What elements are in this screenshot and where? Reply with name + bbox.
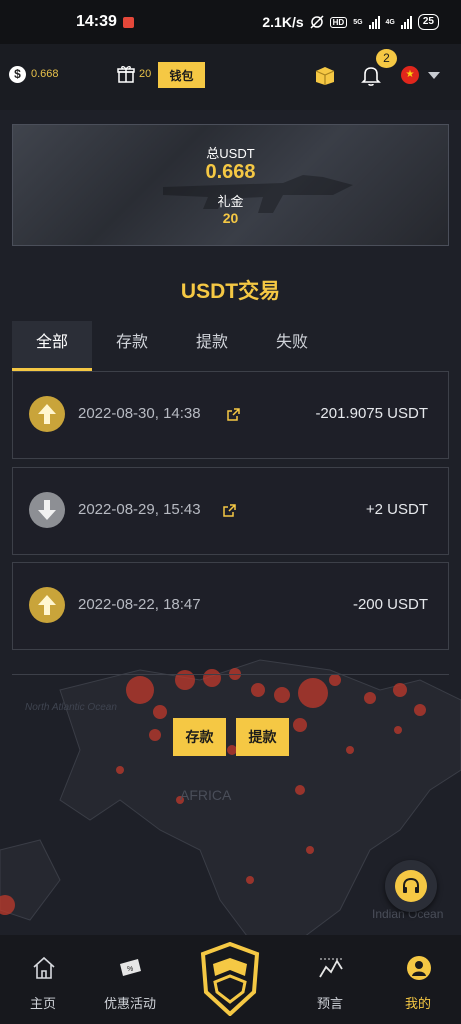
alarm-off-icon <box>310 15 324 29</box>
treasure-box-icon[interactable] <box>313 63 337 87</box>
svg-text:%: % <box>127 966 133 973</box>
nav-promotions-label: 优惠活动 <box>103 996 156 1011</box>
withdraw-button[interactable]: 提款 <box>236 718 289 756</box>
total-usdt-label: 总USDT <box>206 146 255 161</box>
page-title: USDT交易 <box>180 280 281 303</box>
network-speed: 2.1K/s <box>262 14 304 30</box>
nav-home[interactable]: 主页 <box>3 935 83 1024</box>
tab-deposit[interactable]: 存款 <box>92 321 172 371</box>
notification-badge: 2 <box>376 49 397 68</box>
ticket-icon: % <box>120 959 141 976</box>
nav-home-label: 主页 <box>29 996 56 1011</box>
map-label-atlantic: North Atlantic Ocean <box>25 702 117 713</box>
balance-banner: 总USDT 0.668 礼金 20 <box>12 124 449 246</box>
transaction-row[interactable]: 2022-08-29, 15:43 +2 USDT <box>12 467 449 555</box>
wallet-button[interactable]: 钱包 <box>158 62 205 88</box>
nav-predictions[interactable]: 预言 <box>290 935 370 1024</box>
signal-icon-2 <box>400 15 412 29</box>
deposit-button[interactable]: 存款 <box>173 718 226 756</box>
user-icon <box>407 956 431 980</box>
tab-failed[interactable]: 失败 <box>252 321 332 371</box>
network-4g: 4G <box>385 18 395 26</box>
customer-service-button[interactable] <box>385 860 437 912</box>
bottom-navigation: 主页 % 优惠活动 预言 我的 <box>0 935 461 1024</box>
transaction-amount: -201.9075 USDT <box>315 405 428 422</box>
gift-count: 20 <box>139 68 152 80</box>
network-5g: 5G <box>353 18 363 26</box>
app-notification-icon <box>122 16 134 28</box>
signal-icon <box>368 15 380 29</box>
bell-icon[interactable] <box>359 63 383 87</box>
tab-all[interactable]: 全部 <box>12 321 92 371</box>
external-link-icon[interactable] <box>223 504 236 517</box>
arrow-up-icon <box>29 587 65 623</box>
top-bar: $ 0.668 20 钱包 2 ★ <box>0 44 461 110</box>
external-link-icon[interactable] <box>227 408 240 421</box>
transaction-row[interactable]: 2022-08-30, 14:38 -201.9075 USDT <box>12 371 449 459</box>
status-bar: 14:39 2.1K/s HD 5G 4G 25 <box>0 0 461 44</box>
arrow-up-icon <box>29 396 65 432</box>
chevron-down-icon[interactable] <box>428 72 440 79</box>
transaction-date: 2022-08-29, 15:43 <box>78 501 201 518</box>
transaction-row[interactable]: 2022-08-22, 18:47 -200 USDT <box>12 562 449 650</box>
nav-predictions-label: 预言 <box>316 996 343 1011</box>
china-flag-icon[interactable]: ★ <box>401 66 419 84</box>
transaction-amount: +2 USDT <box>365 501 428 518</box>
gift-icon <box>117 66 135 83</box>
transaction-date: 2022-08-30, 14:38 <box>78 405 201 422</box>
home-icon <box>33 956 55 979</box>
status-time: 14:39 <box>76 13 117 30</box>
nav-mine[interactable]: 我的 <box>378 935 458 1024</box>
battery-icon: 25 <box>417 14 439 30</box>
nav-mine-label: 我的 <box>404 996 431 1011</box>
dollar-coin-icon: $ <box>9 66 26 83</box>
filter-tabs: 全部 存款 提款 失败 <box>12 321 449 371</box>
divider <box>12 674 449 675</box>
gift-money-value: 20 <box>222 210 239 226</box>
tab-withdraw[interactable]: 提款 <box>172 321 252 371</box>
gift-money-label: 礼金 <box>217 194 244 209</box>
transaction-date: 2022-08-22, 18:47 <box>78 596 201 613</box>
balance-value: 0.668 <box>31 68 59 80</box>
headset-icon <box>395 870 427 902</box>
total-usdt-value: 0.668 <box>205 161 256 183</box>
nav-promotions[interactable]: % 优惠活动 <box>90 935 170 1024</box>
arrow-down-icon <box>29 492 65 528</box>
map-label-africa: AFRICA <box>180 787 232 803</box>
hd-indicator: HD <box>329 16 348 28</box>
shield-logo-icon[interactable] <box>199 942 261 1016</box>
transaction-amount: -200 USDT <box>352 596 428 613</box>
chart-icon <box>319 958 343 978</box>
